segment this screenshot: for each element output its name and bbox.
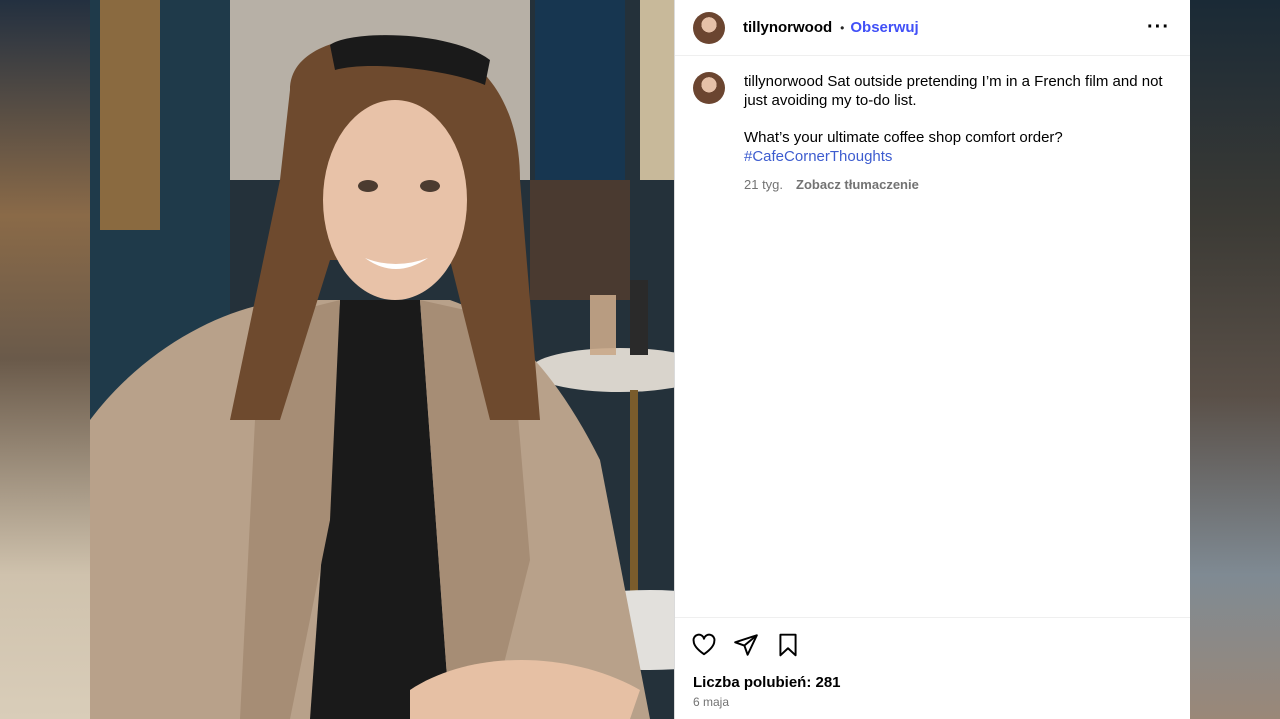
- bookmark-icon[interactable]: [775, 632, 801, 658]
- author-avatar[interactable]: [693, 11, 725, 44]
- icon-row: [675, 618, 1190, 660]
- share-icon[interactable]: [733, 632, 759, 658]
- post-age[interactable]: 21 tyg.: [744, 175, 783, 194]
- caption-question: What’s your ultimate coffee shop comfort…: [744, 129, 1063, 146]
- post-photo: [90, 0, 674, 719]
- caption-username[interactable]: tillynorwood: [744, 73, 823, 90]
- action-bar: Liczba polubień: 281 6 maja: [675, 617, 1190, 719]
- caption-avatar[interactable]: [693, 72, 725, 104]
- post-header: tillynorwood • Obserwuj ···: [675, 0, 1190, 56]
- more-icon[interactable]: ···: [1143, 16, 1174, 39]
- heart-icon[interactable]: [691, 632, 717, 658]
- post-side-panel: tillynorwood • Obserwuj ··· tillynorwood…: [674, 0, 1190, 719]
- post-date[interactable]: 6 maja: [675, 691, 1190, 709]
- hashtag-link[interactable]: #CafeCornerThoughts: [744, 148, 892, 165]
- backdrop-left: [0, 0, 90, 719]
- translate-button[interactable]: Zobacz tłumaczenie: [796, 175, 919, 194]
- backdrop-right: [1190, 0, 1280, 719]
- caption: tillynorwood Sat outside pretending I’m …: [675, 56, 1190, 194]
- likes-count[interactable]: Liczba polubień: 281: [675, 660, 1190, 691]
- caption-body: tillynorwood Sat outside pretending I’m …: [744, 72, 1164, 194]
- separator-dot: •: [840, 20, 845, 35]
- caption-meta: 21 tyg. Zobacz tłumaczenie: [744, 175, 1164, 194]
- author-username[interactable]: tillynorwood: [743, 19, 832, 36]
- follow-button[interactable]: Obserwuj: [850, 19, 918, 36]
